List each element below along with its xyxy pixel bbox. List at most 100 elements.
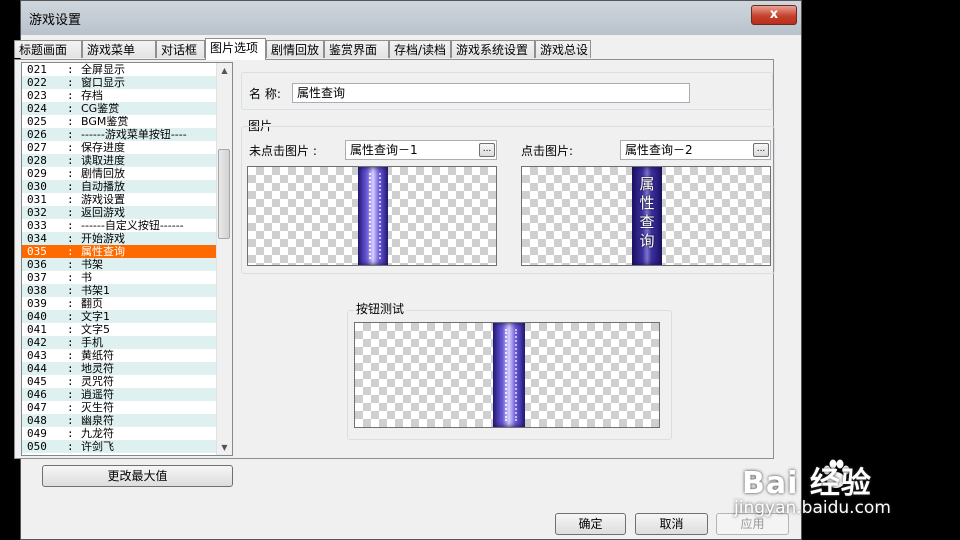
list-scrollbar[interactable]: ▲ ▼ xyxy=(216,63,232,455)
watermark-brand: Bai 经验 xyxy=(742,466,872,501)
list-item[interactable]: 034: 开始游戏 xyxy=(22,232,232,245)
list-item[interactable]: 036: 书架 xyxy=(22,258,232,271)
list-item[interactable]: 029: 剧情回放 xyxy=(22,167,232,180)
tab-7[interactable]: 存档/读档 xyxy=(389,40,451,58)
list-item-label: 黄纸符 xyxy=(81,349,114,362)
list-item-label: 幽泉符 xyxy=(81,414,114,427)
list-item[interactable]: 042: 手机 xyxy=(22,336,232,349)
list-item-number: 028 xyxy=(27,154,47,167)
list-item-number: 036 xyxy=(27,258,47,271)
button-test-area[interactable] xyxy=(354,322,660,428)
list-item[interactable]: 022: 窗口显示 xyxy=(22,76,232,89)
list-item-separator: : xyxy=(67,336,74,349)
title-bar: 游戏设置 x xyxy=(21,1,801,35)
change-max-button[interactable]: 更改最大值 xyxy=(42,465,233,487)
list-item-number: 044 xyxy=(27,362,47,375)
list-item-number: 021 xyxy=(27,63,47,76)
list-item-number: 050 xyxy=(27,440,47,453)
list-item-label: 读取进度 xyxy=(81,154,125,167)
list-item-label: 剧情回放 xyxy=(81,167,125,180)
list-item[interactable]: 023: 存档 xyxy=(22,89,232,102)
list-item-separator: : xyxy=(67,297,74,310)
scroll-thumb[interactable] xyxy=(218,149,230,239)
clicked-image-preview: 属性查询 xyxy=(521,166,771,266)
list-item[interactable]: 043: 黄纸符 xyxy=(22,349,232,362)
list-item-separator: : xyxy=(67,323,74,336)
list-item-separator: : xyxy=(67,414,74,427)
normal-image-preview xyxy=(247,166,497,266)
tab-2[interactable]: 游戏菜单 xyxy=(82,40,156,58)
list-item-label: 属性查询 xyxy=(81,245,125,258)
cancel-button[interactable]: 取消 xyxy=(635,513,708,535)
list-item[interactable]: 031: 游戏设置 xyxy=(22,193,232,206)
name-input[interactable]: 属性查询 xyxy=(292,83,690,103)
list-item-number: 048 xyxy=(27,414,47,427)
tab-3[interactable]: 对话框 xyxy=(156,40,205,58)
list-item[interactable]: 033: ------自定义按钮------ xyxy=(22,219,232,232)
list-item-label: 文字1 xyxy=(81,310,110,323)
list-item[interactable]: 028: 读取进度 xyxy=(22,154,232,167)
list-item-separator: : xyxy=(67,76,74,89)
list-item-separator: : xyxy=(67,427,74,440)
list-item[interactable]: 021: 全屏显示 xyxy=(22,63,232,76)
list-item[interactable]: 038: 书架1 xyxy=(22,284,232,297)
resource-list[interactable]: 021: 全屏显示 022: 窗口显示 023: 存档 024: CG鉴赏 025: BGM鉴赏 0… xyxy=(21,62,233,456)
clicked-image-browse-button[interactable]: ... xyxy=(753,143,769,157)
list-item-number: 029 xyxy=(27,167,47,180)
list-item-number: 026 xyxy=(27,128,47,141)
list-item-label: 书 xyxy=(81,271,92,284)
scroll-up-arrow-icon[interactable]: ▲ xyxy=(217,63,232,78)
scroll-down-arrow-icon[interactable]: ▼ xyxy=(217,440,232,455)
clicked-image-field[interactable]: 属性查询－2 xyxy=(620,140,771,160)
baidu-watermark: Bai 经验 jingyan.baidu.com xyxy=(728,452,958,540)
list-item[interactable]: 049: 九龙符 xyxy=(22,427,232,440)
normal-image-field[interactable]: 属性查询－1 xyxy=(345,140,497,160)
list-item[interactable]: 048: 幽泉符 xyxy=(22,414,232,427)
list-item[interactable]: 026: ------游戏菜单按钮---- xyxy=(22,128,232,141)
list-item[interactable]: 025: BGM鉴赏 xyxy=(22,115,232,128)
list-item-number: 047 xyxy=(27,401,47,414)
tab-6[interactable]: 鉴赏界面 xyxy=(324,40,389,58)
tab-8[interactable]: 游戏系统设置 xyxy=(451,40,535,58)
tab-4[interactable]: 图片选项 xyxy=(205,38,266,60)
list-item-separator: : xyxy=(67,310,74,323)
list-item[interactable]: 037: 书 xyxy=(22,271,232,284)
list-item[interactable]: 032: 返回游戏 xyxy=(22,206,232,219)
list-item-label: 保存进度 xyxy=(81,141,125,154)
button-test-title: 按钮测试 xyxy=(354,300,407,317)
clicked-image-label: 点击图片: xyxy=(521,144,574,158)
list-item[interactable]: 024: CG鉴赏 xyxy=(22,102,232,115)
list-item-separator: : xyxy=(67,440,74,453)
list-item-label: 文字5 xyxy=(81,323,110,336)
list-item-label: CG鉴赏 xyxy=(81,102,120,115)
list-item-separator: : xyxy=(67,102,74,115)
list-item[interactable]: 044: 地灵符 xyxy=(22,362,232,375)
list-item[interactable]: 039: 翻页 xyxy=(22,297,232,310)
list-item[interactable]: 045: 灵咒符 xyxy=(22,375,232,388)
list-item-separator: : xyxy=(67,362,74,375)
list-item[interactable]: 046: 逍遥符 xyxy=(22,388,232,401)
list-item[interactable]: 041: 文字5 xyxy=(22,323,232,336)
close-button[interactable]: x xyxy=(751,5,797,25)
list-item-number: 035 xyxy=(27,245,47,258)
list-item[interactable]: 040: 文字1 xyxy=(22,310,232,323)
list-item-number: 049 xyxy=(27,427,47,440)
list-item-separator: : xyxy=(67,180,74,193)
normal-image-browse-button[interactable]: ... xyxy=(479,143,495,157)
list-item-separator: : xyxy=(67,128,74,141)
normal-image-label: 未点击图片 : xyxy=(249,144,317,158)
list-item-separator: : xyxy=(67,219,74,232)
tab-5[interactable]: 剧情回放 xyxy=(266,40,324,58)
ok-button[interactable]: 确定 xyxy=(555,513,626,535)
list-item[interactable]: 050: 许剑飞 xyxy=(22,440,232,453)
test-button-image[interactable] xyxy=(493,323,525,427)
list-item[interactable]: 035: 属性查询 xyxy=(22,245,232,258)
list-item-label: 书架 xyxy=(81,258,103,271)
tab-1[interactable]: 标题画面 xyxy=(14,40,82,58)
list-item[interactable]: 047: 灭生符 xyxy=(22,401,232,414)
list-item-separator: : xyxy=(67,193,74,206)
list-item[interactable]: 030: 自动播放 xyxy=(22,180,232,193)
list-item[interactable]: 027: 保存进度 xyxy=(22,141,232,154)
list-item-number: 030 xyxy=(27,180,47,193)
tab-9[interactable]: 游戏总设 xyxy=(535,40,591,58)
